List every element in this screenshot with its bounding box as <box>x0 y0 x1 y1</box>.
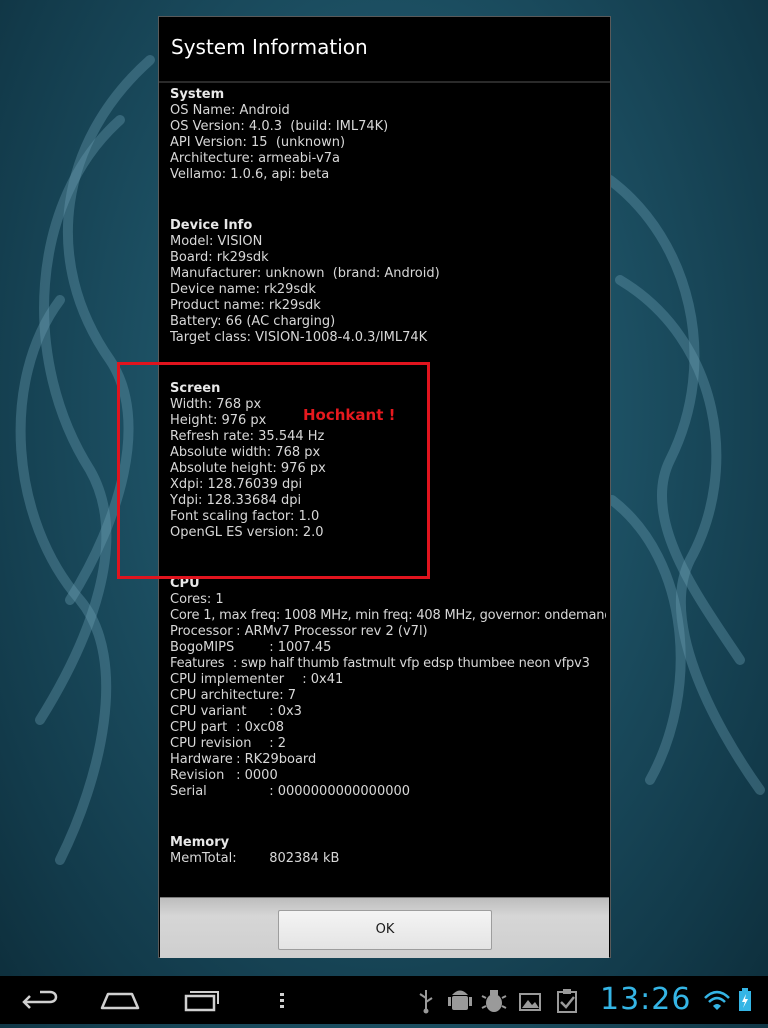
title-divider <box>159 81 610 83</box>
section-heading: Screen <box>170 381 221 396</box>
info-line: Xdpi: 128.76039 dpi <box>170 477 303 492</box>
ok-button[interactable]: OK <box>278 910 492 950</box>
info-line: Board: rk29sdk <box>170 250 269 265</box>
dialog-button-bar: OK <box>160 897 609 958</box>
info-line: Product name: rk29sdk <box>170 298 321 313</box>
info-line: CPU variant : 0x3 <box>170 704 302 719</box>
scroll-fade <box>170 877 606 897</box>
home-icon <box>100 992 140 1010</box>
system-status-icons[interactable] <box>703 976 763 1024</box>
clipboard-check-icon <box>557 989 577 1013</box>
info-line: MemTotal: 802384 kB <box>170 851 340 866</box>
section-heading: Memory <box>170 835 230 850</box>
recent-apps-button[interactable] <box>170 976 230 1024</box>
info-line: Battery: 66 (AC charging) <box>170 314 336 329</box>
android-bug-icon <box>481 990 507 1012</box>
system-navigation-bar: 13:26 <box>0 976 768 1024</box>
info-line: Cores: 1 <box>170 592 224 607</box>
status-clock[interactable]: 13:26 <box>600 982 691 1017</box>
info-line: Ydpi: 128.33684 dpi <box>170 493 302 508</box>
notification-icons[interactable] <box>410 976 585 1024</box>
info-line: Absolute width: 768 px <box>170 445 321 460</box>
section-cpu: CPU Cores: 1 Core 1, max freq: 1008 MHz,… <box>170 576 606 800</box>
annotation-label: Hochkant ! <box>303 406 396 424</box>
home-button[interactable] <box>90 976 150 1024</box>
info-line: Serial : 0000000000000000 <box>170 784 411 799</box>
info-line: Revision : 0000 <box>170 768 278 783</box>
back-button[interactable] <box>10 976 70 1024</box>
picture-icon <box>519 993 541 1011</box>
info-line: OpenGL ES version: 2.0 <box>170 525 324 540</box>
menu-icon <box>280 993 284 1008</box>
recent-apps-icon <box>184 991 219 1012</box>
info-line: Target class: VISION-1008-4.0.3/IML74K <box>170 330 428 345</box>
info-line: Core 1, max freq: 1008 MHz, min freq: 40… <box>170 608 606 623</box>
info-line: Device name: rk29sdk <box>170 282 316 297</box>
info-line: Features : swp half thumb fastmult vfp e… <box>170 656 590 671</box>
info-line: Manufacturer: unknown (brand: Android) <box>170 266 440 281</box>
wifi-icon <box>704 990 730 1010</box>
info-line: Absolute height: 976 px <box>170 461 326 476</box>
info-line: CPU part : 0xc08 <box>170 720 285 735</box>
back-icon <box>22 990 58 1009</box>
info-line: Model: VISION <box>170 234 263 249</box>
battery-charging-icon <box>739 988 751 1011</box>
info-line: Architecture: armeabi-v7a <box>170 151 340 166</box>
info-line: OS Version: 4.0.3 (build: IML74K) <box>170 119 389 134</box>
section-memory: Memory MemTotal: 802384 kB <box>170 835 606 867</box>
section-heading: Device Info <box>170 218 253 233</box>
info-line: CPU architecture: 7 <box>170 688 297 703</box>
system-information-dialog: System Information System OS Name: Andro… <box>158 16 611 958</box>
info-line: OS Name: Android <box>170 103 290 118</box>
dialog-title: System Information <box>171 35 368 59</box>
info-line: Hardware : RK29board <box>170 752 317 767</box>
android-debug-icon <box>448 990 472 1010</box>
section-screen: Screen Width: 768 px Height: 976 px Refr… <box>170 381 606 541</box>
info-line: BogoMIPS : 1007.45 <box>170 640 332 655</box>
info-line: Vellamo: 1.0.6, api: beta <box>170 167 330 182</box>
info-line: Refresh rate: 35.544 Hz <box>170 429 325 444</box>
section-device-info: Device Info Model: VISION Board: rk29sdk… <box>170 218 606 346</box>
section-heading: CPU <box>170 576 200 591</box>
info-line: Font scaling factor: 1.0 <box>170 509 320 524</box>
info-line: API Version: 15 (unknown) <box>170 135 346 150</box>
info-line: CPU revision : 2 <box>170 736 286 751</box>
section-heading: System <box>170 87 225 102</box>
info-line: CPU implementer : 0x41 <box>170 672 344 687</box>
info-line: Processor : ARMv7 Processor rev 2 (v7l) <box>170 624 428 639</box>
info-scroll-area[interactable]: System OS Name: Android OS Version: 4.0.… <box>170 87 606 897</box>
section-system: System OS Name: Android OS Version: 4.0.… <box>170 87 606 183</box>
menu-button[interactable] <box>262 976 302 1024</box>
usb-icon <box>419 990 433 1014</box>
